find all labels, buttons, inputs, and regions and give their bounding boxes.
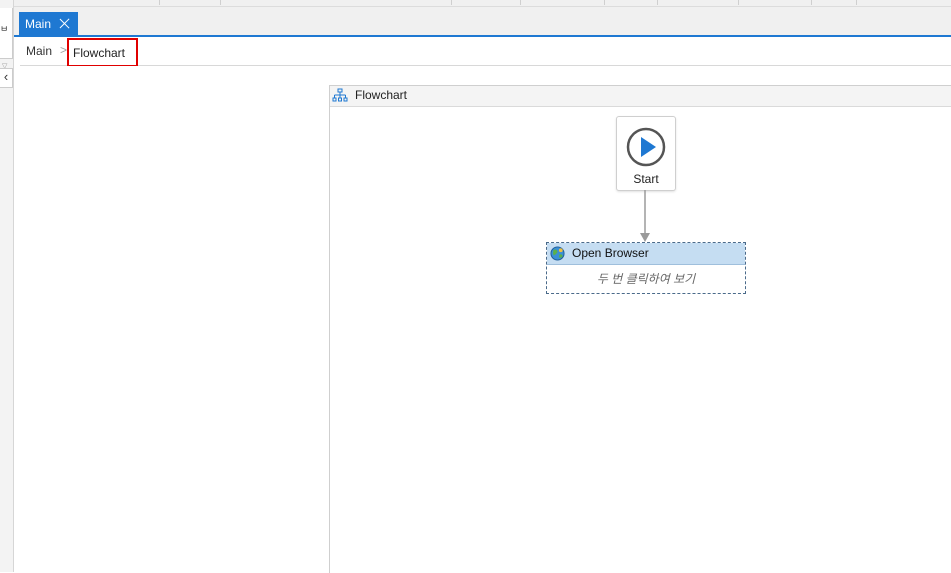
globe-icon	[550, 246, 565, 261]
tab-main-label: Main	[25, 16, 52, 31]
toolbar-separator	[159, 0, 160, 5]
toolbar-separator	[811, 0, 812, 5]
toolbar-separator	[738, 0, 739, 5]
flowchart-icon	[332, 88, 348, 102]
toolbar-separator	[451, 0, 452, 5]
toolbar-separator	[520, 0, 521, 5]
toolbar-separator	[604, 0, 605, 5]
flowchart-container[interactable]: Flowchart Start Open Browser 두 번 클릭하여 보기	[329, 85, 951, 573]
collapse-panel-button[interactable]: ‹	[0, 68, 13, 88]
start-label: Start	[633, 172, 659, 186]
activity-open-browser[interactable]: Open Browser 두 번 클릭하여 보기	[546, 242, 746, 294]
play-icon	[626, 127, 666, 167]
left-panel-tab-glyph: ㅂ	[0, 24, 9, 34]
activity-hint: 두 번 클릭하여 보기	[596, 272, 696, 286]
flowchart-header[interactable]: Flowchart	[330, 86, 951, 107]
breadcrumb-separator-icon: >	[60, 43, 68, 57]
tab-main[interactable]: Main	[19, 12, 78, 35]
document-tab-bar: Main	[14, 7, 951, 37]
breadcrumb: Main > Flowchart	[20, 37, 951, 67]
breadcrumb-item-flowchart[interactable]: Flowchart	[67, 38, 138, 67]
activity-header[interactable]: Open Browser	[547, 243, 745, 265]
top-toolbar-strip	[14, 0, 951, 7]
toolbar-separator	[657, 0, 658, 5]
left-panel: ㅂ ▽ ‹	[0, 0, 14, 572]
breadcrumb-item-main[interactable]: Main	[26, 44, 52, 58]
left-panel-tab[interactable]: ㅂ ▽	[0, 8, 13, 70]
toolbar-separator	[856, 0, 857, 5]
toolbar-separator	[220, 0, 221, 5]
start-node[interactable]: Start	[616, 116, 676, 191]
flowchart-title: Flowchart	[355, 88, 408, 102]
flow-connector-arrow[interactable]	[639, 190, 651, 242]
close-icon[interactable]	[59, 18, 70, 29]
activity-title: Open Browser	[572, 246, 649, 260]
